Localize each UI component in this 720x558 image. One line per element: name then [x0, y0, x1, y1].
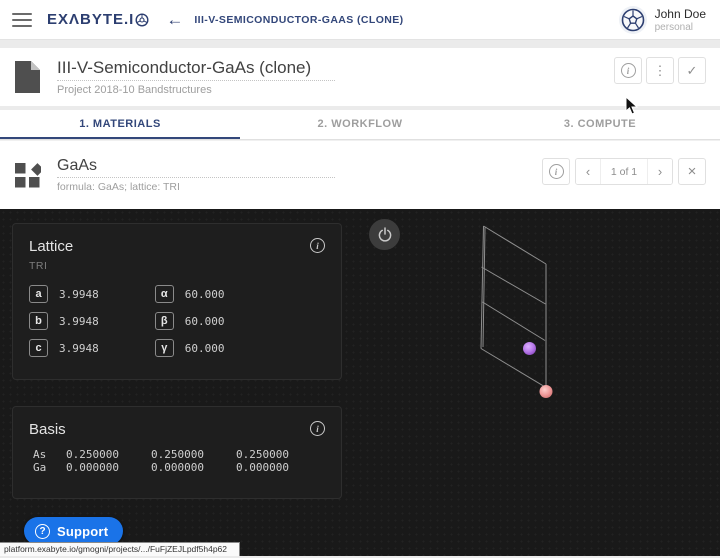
fullerene-logo-icon: [135, 12, 149, 27]
hamburger-menu-icon[interactable]: [12, 12, 32, 27]
basis-panel-title: Basis: [29, 421, 66, 438]
material-name[interactable]: GaAs: [57, 157, 335, 178]
material-card: GaAs formula: GaAs; lattice: TRI i ‹ 1 o…: [0, 140, 720, 209]
material-module-icon: [15, 162, 41, 187]
coord-x: 0.250000: [66, 448, 119, 461]
param-value[interactable]: 3.9948: [59, 288, 99, 301]
info-icon: i: [548, 164, 564, 179]
info-button[interactable]: i: [614, 57, 642, 84]
basis-row-as: As 0.250000 0.250000 0.250000: [33, 448, 325, 461]
save-button[interactable]: ✓: [678, 57, 706, 84]
lattice-param-beta: β 60.000: [154, 312, 225, 330]
element-symbol: As: [33, 448, 47, 461]
breadcrumb: III-V-SEMICONDUCTOR-GAAS (CLONE): [194, 13, 404, 26]
lattice-param-c: c 3.9948: [29, 339, 99, 357]
param-label: γ: [154, 339, 174, 357]
basis-row-ga: Ga 0.000000 0.000000 0.000000: [33, 461, 325, 474]
material-subtitle: formula: GaAs; lattice: TRI: [57, 181, 180, 193]
lattice-param-b: b 3.9948: [29, 312, 99, 330]
atom-as[interactable]: [523, 342, 536, 355]
logo-text: EXΛBYTE.I: [47, 11, 135, 28]
coord-z: 0.250000: [236, 448, 289, 461]
back-arrow-icon[interactable]: ←: [166, 11, 183, 28]
user-name: John Doe: [654, 6, 706, 21]
prev-material-button[interactable]: ‹: [576, 159, 600, 184]
page-subtitle: Project 2018-10 Bandstructures: [57, 84, 212, 96]
tab-compute[interactable]: 3. COMPUTE: [480, 110, 720, 139]
tab-materials[interactable]: 1. MATERIALS: [0, 110, 240, 139]
kebab-icon: ⋮: [653, 62, 667, 78]
entity-title-card: III-V-Semiconductor-GaAs (clone) Project…: [0, 48, 720, 106]
support-label: Support: [57, 523, 109, 539]
material-info-button[interactable]: i: [542, 158, 570, 185]
param-label: c: [29, 339, 48, 357]
check-icon: ✓: [686, 62, 698, 78]
info-icon: i: [620, 63, 636, 78]
fullerene-avatar-icon: [621, 8, 644, 31]
viewer-power-button[interactable]: [369, 219, 400, 250]
coord-y: 0.000000: [151, 461, 204, 474]
pager-label: 1 of 1: [600, 159, 648, 184]
basis-table[interactable]: As 0.250000 0.250000 0.250000 Ga 0.00000…: [29, 448, 325, 474]
param-value[interactable]: 60.000: [185, 288, 225, 301]
lattice-param-gamma: γ 60.000: [154, 339, 225, 357]
coord-y: 0.250000: [151, 448, 204, 461]
more-options-button[interactable]: ⋮: [646, 57, 674, 84]
param-value[interactable]: 3.9948: [59, 315, 99, 328]
user-account: personal: [654, 21, 693, 33]
param-label: a: [29, 285, 48, 303]
param-label: β: [154, 312, 174, 330]
user-block[interactable]: John Doe personal: [655, 7, 706, 33]
question-icon: ?: [35, 523, 50, 539]
power-icon: [378, 226, 391, 242]
status-bar-url: platform.exabyte.io/gmogni/projects/.../…: [0, 542, 240, 556]
tab-workflow[interactable]: 2. WORKFLOW: [240, 110, 480, 139]
element-symbol: Ga: [33, 461, 47, 474]
param-value[interactable]: 60.000: [185, 315, 225, 328]
lattice-param-a: a 3.9948: [29, 285, 99, 303]
lattice-type: TRI: [29, 260, 48, 272]
param-label: b: [29, 312, 48, 330]
coord-x: 0.000000: [66, 461, 119, 474]
basis-info-icon[interactable]: i: [310, 421, 325, 436]
document-icon: [15, 61, 40, 93]
avatar[interactable]: [618, 5, 647, 34]
lattice-panel-title: Lattice: [29, 238, 74, 255]
workflow-steps-tabbar: 1. MATERIALS 2. WORKFLOW 3. COMPUTE: [0, 110, 720, 140]
param-label: α: [154, 285, 174, 303]
material-pager: ‹ 1 of 1 ›: [575, 158, 673, 185]
app-header: EXΛBYTE.I ← III-V-SEMICONDUCTOR-GAAS (CL…: [0, 0, 720, 40]
page-title[interactable]: III-V-Semiconductor-GaAs (clone): [57, 58, 335, 81]
close-icon: ×: [687, 163, 697, 180]
atom-ga[interactable]: [539, 385, 553, 398]
divider: [0, 40, 720, 48]
material-editor-main: Lattice i TRI a 3.9948 b 3.9948 c 3.9948: [0, 209, 720, 556]
exabyte-logo[interactable]: EXΛBYTE.I: [47, 11, 149, 28]
next-material-button[interactable]: ›: [648, 159, 672, 184]
basis-panel: Basis i As 0.250000 0.250000 0.250000 Ga…: [12, 406, 342, 499]
lattice-panel: Lattice i TRI a 3.9948 b 3.9948 c 3.9948: [12, 223, 342, 380]
close-material-button[interactable]: ×: [678, 158, 706, 185]
support-button[interactable]: ? Support: [24, 517, 124, 545]
unit-cell-wireframe: [480, 225, 547, 388]
lattice-param-alpha: α 60.000: [154, 285, 225, 303]
coord-z: 0.000000: [236, 461, 289, 474]
param-value[interactable]: 60.000: [185, 342, 225, 355]
param-value[interactable]: 3.9948: [59, 342, 99, 355]
lattice-info-icon[interactable]: i: [310, 238, 325, 253]
